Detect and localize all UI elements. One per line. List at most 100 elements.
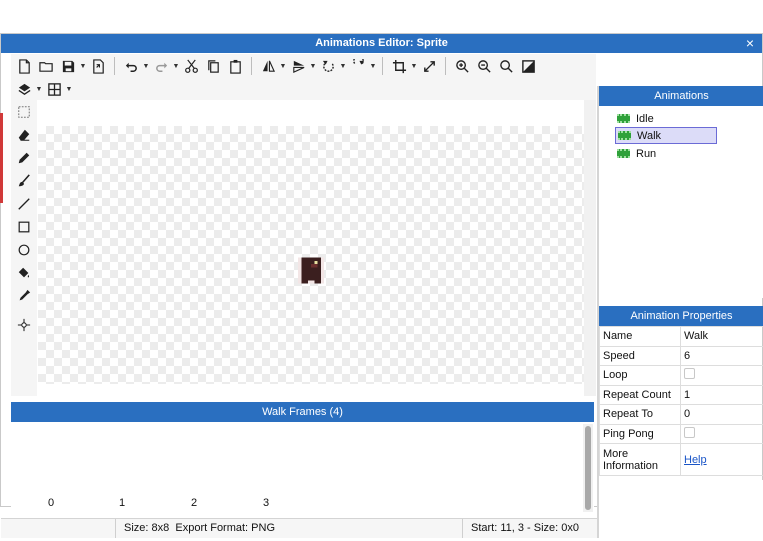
properties-panel-header: Animation Properties (599, 306, 763, 326)
scrollbar-thumb[interactable] (585, 426, 591, 510)
background-window-edge (0, 113, 3, 203)
export-icon[interactable] (87, 56, 109, 76)
ping-pong-checkbox[interactable] (684, 426, 695, 438)
zoom-in-icon[interactable] (451, 56, 473, 76)
animation-item-run[interactable]: Run (615, 145, 717, 162)
status-export-format: Export Format: PNG (175, 522, 276, 534)
grid-dropdown-icon[interactable]: ▼ (65, 86, 73, 93)
property-name: Repeat Count (599, 384, 681, 405)
animations-list: Idle Walk Run (599, 106, 763, 298)
animation-item-idle[interactable]: Idle (615, 110, 717, 127)
redo-icon[interactable] (150, 56, 172, 76)
status-bar: Size: 8x8 Export Format: PNG Start: 11, … (1, 518, 598, 538)
layers-icon[interactable] (13, 79, 35, 99)
zoom-out-icon[interactable] (473, 56, 495, 76)
zoom-fit-icon[interactable] (495, 56, 517, 76)
frame-index[interactable]: 0 (41, 497, 61, 509)
animations-editor-window: Animations Editor: Sprite × ▼ ▼ ▼ ▼ ▼ ▼ … (0, 33, 763, 540)
toolbar-separator (251, 57, 252, 75)
speed-field[interactable]: 6 (680, 345, 763, 366)
frames-scrollbar[interactable] (583, 424, 593, 512)
grid-icon[interactable] (43, 79, 65, 99)
rectangle-icon[interactable] (11, 215, 37, 238)
property-row: Loop (599, 365, 763, 386)
copy-icon[interactable] (202, 56, 224, 76)
film-strip-icon (617, 114, 630, 123)
loop-checkbox[interactable] (684, 368, 695, 380)
undo-dropdown-icon[interactable]: ▼ (142, 63, 150, 70)
flip-horizontal-icon[interactable] (257, 56, 279, 76)
close-button[interactable]: × (742, 34, 758, 53)
property-row: Name Walk (599, 326, 763, 347)
frame-index[interactable]: 3 (256, 497, 276, 509)
animation-item-walk[interactable]: Walk (615, 127, 717, 144)
eraser-icon[interactable] (11, 123, 37, 146)
loop-cell (680, 365, 763, 386)
flip-vertical-dropdown-icon[interactable]: ▼ (309, 63, 317, 70)
flip-horizontal-dropdown-icon[interactable]: ▼ (279, 63, 287, 70)
name-field[interactable]: Walk (680, 326, 763, 347)
eyedropper-icon[interactable] (11, 284, 37, 307)
frame-index[interactable]: 1 (112, 497, 132, 509)
toolbar-separator (445, 57, 446, 75)
brush-icon[interactable] (11, 169, 37, 192)
animation-label: Run (636, 147, 657, 160)
property-name: Name (599, 326, 681, 347)
property-name: Repeat To (599, 404, 681, 425)
pencil-icon[interactable] (11, 146, 37, 169)
main-toolbar: ▼ ▼ ▼ ▼ ▼ ▼ ▼ ▼ (11, 54, 596, 78)
layers-dropdown-icon[interactable]: ▼ (35, 86, 43, 93)
paste-icon[interactable] (224, 56, 246, 76)
animation-label: Idle (636, 112, 654, 125)
properties-panel-empty-area (599, 480, 763, 540)
status-selection: Start: 11, 3 - Size: 0x0 (462, 519, 598, 538)
property-row: More Information Help (599, 443, 763, 476)
new-file-icon[interactable] (13, 56, 35, 76)
sprite-canvas[interactable] (38, 126, 584, 384)
animation-label: Walk (637, 129, 662, 142)
crop-dropdown-icon[interactable]: ▼ (410, 63, 418, 70)
film-strip-icon (618, 131, 631, 140)
status-info: Size: 8x8 Export Format: PNG (115, 519, 460, 538)
canvas-scrollbar[interactable] (584, 100, 596, 396)
property-name: More Information (599, 443, 681, 476)
secondary-toolbar: ▼ ▼ (11, 78, 596, 100)
rotate-left-dropdown-icon[interactable]: ▼ (339, 63, 347, 70)
ellipse-icon[interactable] (11, 238, 37, 261)
crop-icon[interactable] (388, 56, 410, 76)
properties-grid: Name Walk Speed 6 Loop Repeat Count 1 Re… (599, 326, 763, 476)
pivot-icon[interactable] (11, 313, 37, 336)
fill-icon[interactable] (11, 261, 37, 284)
toolbar-separator (382, 57, 383, 75)
status-size: Size: 8x8 (124, 522, 170, 534)
rotate-right-icon[interactable] (347, 56, 369, 76)
rotate-left-icon[interactable] (317, 56, 339, 76)
rotate-right-dropdown-icon[interactable]: ▼ (369, 63, 377, 70)
animations-panel-header: Animations (599, 86, 763, 106)
cut-icon[interactable] (180, 56, 202, 76)
repeat-to-field[interactable]: 0 (680, 404, 763, 425)
drawing-tools (11, 100, 37, 396)
help-link[interactable]: Help (684, 454, 707, 466)
window-title: Animations Editor: Sprite (1, 34, 762, 53)
open-folder-icon[interactable] (35, 56, 57, 76)
save-icon[interactable] (57, 56, 79, 76)
toolbar-separator (114, 57, 115, 75)
flip-vertical-icon[interactable] (287, 56, 309, 76)
resize-icon[interactable] (418, 56, 440, 76)
property-name: Loop (599, 365, 681, 386)
save-dropdown-icon[interactable]: ▼ (79, 63, 87, 70)
select-icon[interactable] (11, 100, 37, 123)
frame-index[interactable]: 2 (184, 497, 204, 509)
property-name: Speed (599, 345, 681, 366)
undo-icon[interactable] (120, 56, 142, 76)
redo-dropdown-icon[interactable]: ▼ (172, 63, 180, 70)
property-row: Speed 6 (599, 345, 763, 366)
property-name: Ping Pong (599, 423, 681, 444)
sprite-image (298, 257, 324, 284)
line-icon[interactable] (11, 192, 37, 215)
invert-icon[interactable] (517, 56, 539, 76)
ping-pong-cell (680, 423, 763, 444)
frames-strip: 0 1 2 3 (11, 422, 594, 518)
repeat-count-field[interactable]: 1 (680, 384, 763, 405)
